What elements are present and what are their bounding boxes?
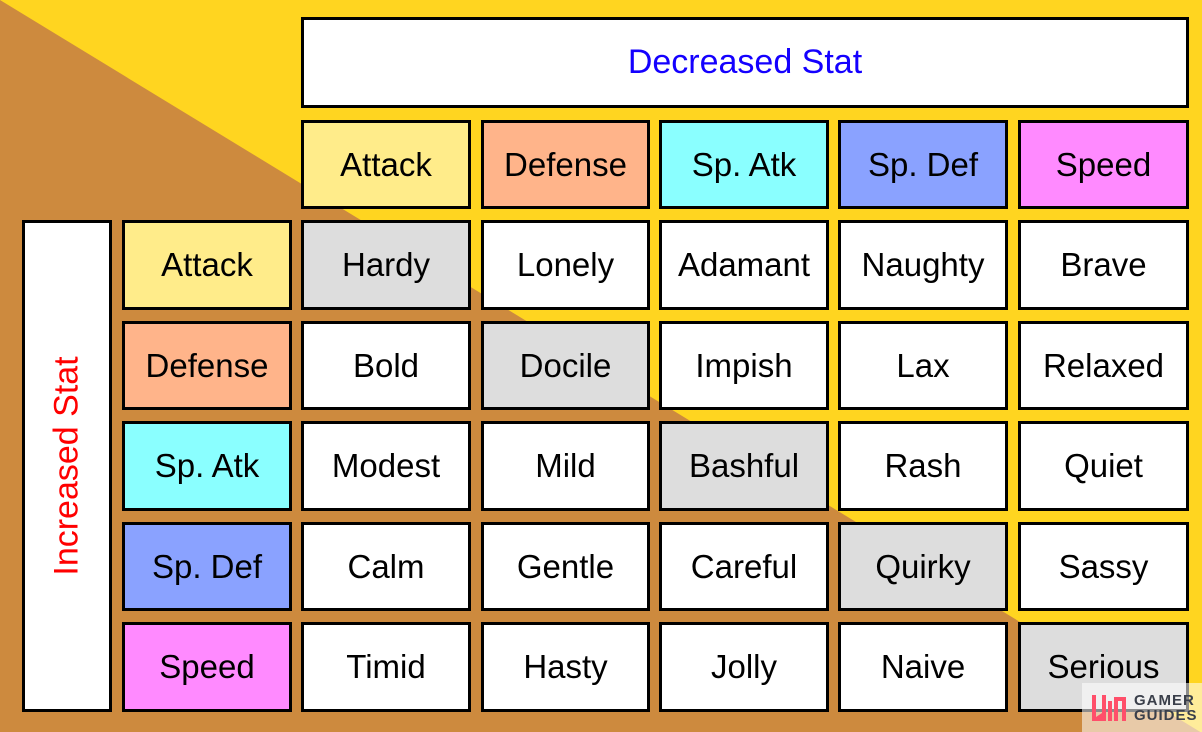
nature-cell-timid-label: Timid xyxy=(346,648,426,685)
row-header-speed: Speed xyxy=(122,622,292,712)
column-header-sp-atk: Sp. Atk xyxy=(659,120,829,209)
nature-cell-careful-label: Careful xyxy=(690,547,798,585)
column-header-attack: Attack xyxy=(301,120,471,209)
nature-cell-gentle-label: Gentle xyxy=(516,547,615,585)
nature-cell-adamant-label: Adamant xyxy=(677,246,811,283)
nature-cell-hardy: Hardy xyxy=(301,220,471,310)
column-header-attack-label: Attack xyxy=(340,145,432,183)
nature-cell-sassy-label: Sassy xyxy=(1058,547,1149,585)
nature-cell-calm-label: Calm xyxy=(347,547,425,585)
nature-cell-naive-label: Naive xyxy=(880,648,966,685)
nature-cell-lonely: Lonely xyxy=(481,220,650,310)
nature-cell-quirky-label: Quirky xyxy=(875,547,971,585)
nature-cell-hasty: Hasty xyxy=(481,622,650,712)
column-header-defense-label: Defense xyxy=(504,145,627,183)
row-header-attack: Attack xyxy=(122,220,292,310)
nature-cell-adamant: Adamant xyxy=(659,220,829,310)
nature-cell-brave: Brave xyxy=(1018,220,1189,310)
nature-cell-gentle: Gentle xyxy=(481,522,650,611)
row-header-sp-def-label: Sp. Def xyxy=(151,547,263,585)
nature-cell-sassy: Sassy xyxy=(1018,522,1189,611)
nature-cell-modest-label: Modest xyxy=(331,447,441,484)
gamer-guides-logo-icon xyxy=(1092,694,1126,721)
watermark-line2: GUIDES xyxy=(1134,706,1198,724)
nature-cell-quiet: Quiet xyxy=(1018,421,1189,511)
column-header-speed: Speed xyxy=(1018,120,1189,209)
nature-cell-naughty-label: Naughty xyxy=(861,246,985,283)
nature-cell-relaxed: Relaxed xyxy=(1018,321,1189,410)
nature-cell-docile: Docile xyxy=(481,321,650,410)
decreased-stat-title: Decreased Stat xyxy=(627,43,863,81)
nature-cell-bashful: Bashful xyxy=(659,421,829,511)
watermark-line1: GAMER xyxy=(1134,691,1195,709)
nature-cell-bashful-label: Bashful xyxy=(688,447,800,484)
row-header-defense: Defense xyxy=(122,321,292,410)
nature-cell-docile-label: Docile xyxy=(519,346,612,384)
nature-cell-lonely-label: Lonely xyxy=(516,246,615,283)
column-header-sp-atk-label: Sp. Atk xyxy=(691,145,797,183)
increased-stat-header: Increased Stat xyxy=(22,220,112,712)
nature-cell-timid: Timid xyxy=(301,622,471,712)
nature-cell-rash: Rash xyxy=(838,421,1008,511)
decreased-stat-header: Decreased Stat xyxy=(301,17,1189,108)
increased-stat-title: Increased Stat xyxy=(47,356,86,576)
nature-cell-careful: Careful xyxy=(659,522,829,611)
nature-cell-hasty-label: Hasty xyxy=(523,648,608,685)
nature-cell-serious-label: Serious xyxy=(1047,648,1160,685)
nature-cell-bold: Bold xyxy=(301,321,471,410)
gamer-guides-watermark: GAMER GUIDES xyxy=(1082,683,1202,732)
nature-cell-quiet-label: Quiet xyxy=(1064,447,1143,484)
nature-cell-jolly-label: Jolly xyxy=(710,648,778,685)
nature-cell-mild-label: Mild xyxy=(535,447,596,484)
nature-cell-rash-label: Rash xyxy=(884,447,962,484)
nature-cell-relaxed-label: Relaxed xyxy=(1042,346,1165,384)
nature-cell-naive: Naive xyxy=(838,622,1008,712)
nature-cell-modest: Modest xyxy=(301,421,471,511)
nature-cell-hardy-label: Hardy xyxy=(341,246,431,283)
nature-cell-lax: Lax xyxy=(838,321,1008,410)
column-header-speed-label: Speed xyxy=(1055,145,1152,183)
nature-cell-bold-label: Bold xyxy=(352,346,420,384)
nature-cell-impish: Impish xyxy=(659,321,829,410)
nature-cell-jolly: Jolly xyxy=(659,622,829,712)
column-header-sp-def: Sp. Def xyxy=(838,120,1008,209)
nature-cell-quirky: Quirky xyxy=(838,522,1008,611)
nature-cell-naughty: Naughty xyxy=(838,220,1008,310)
column-header-sp-def-label: Sp. Def xyxy=(867,145,979,183)
nature-cell-brave-label: Brave xyxy=(1060,246,1147,283)
nature-cell-mild: Mild xyxy=(481,421,650,511)
row-header-attack-label: Attack xyxy=(161,246,253,283)
nature-cell-impish-label: Impish xyxy=(695,346,793,384)
row-header-sp-atk-label: Sp. Atk xyxy=(154,447,260,484)
row-header-sp-atk: Sp. Atk xyxy=(122,421,292,511)
nature-cell-lax-label: Lax xyxy=(896,346,950,384)
row-header-defense-label: Defense xyxy=(145,346,269,384)
nature-cell-calm: Calm xyxy=(301,522,471,611)
column-header-defense: Defense xyxy=(481,120,650,209)
row-header-speed-label: Speed xyxy=(159,648,255,685)
row-header-sp-def: Sp. Def xyxy=(122,522,292,611)
